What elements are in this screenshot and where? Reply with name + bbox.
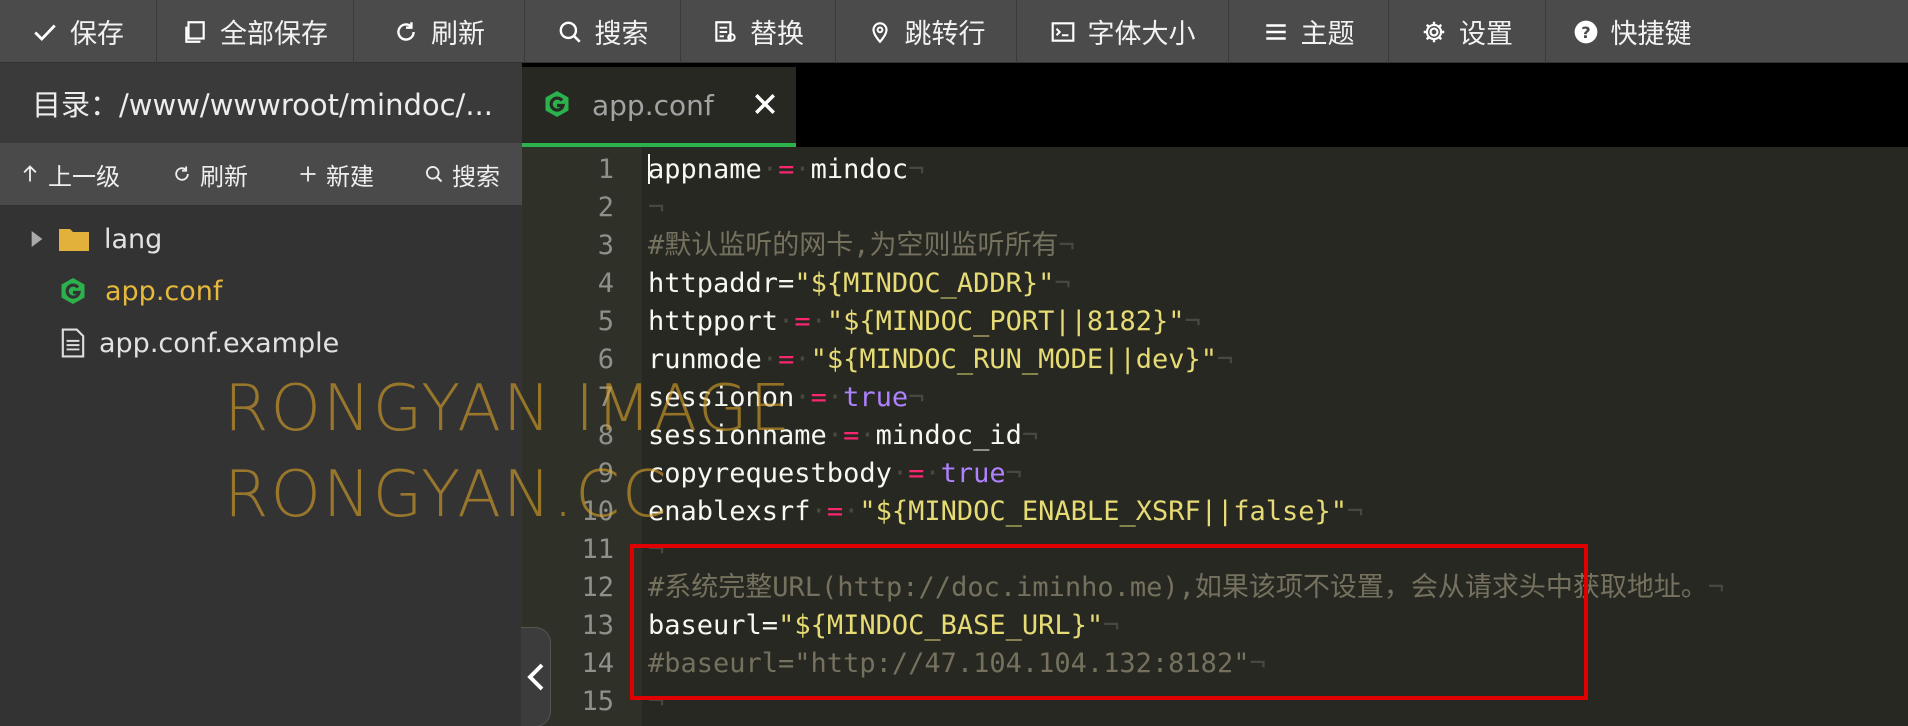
code-line-3: #默认监听的网卡,为空则监听所有¬ — [648, 230, 1075, 261]
plus-icon — [300, 166, 316, 182]
file-icon — [61, 328, 85, 358]
close-icon[interactable] — [750, 89, 780, 119]
arrow-up-icon — [23, 165, 37, 182]
code-line-10: enablexsrf·=·"${MINDOC_ENABLE_XSRF||fals… — [648, 496, 1364, 527]
line-number: 12 — [581, 572, 614, 603]
refresh-button[interactable]: 刷新 — [354, 0, 525, 63]
save-button[interactable]: 保存 — [0, 0, 157, 63]
refresh-icon — [397, 21, 415, 41]
line-number: 9 — [597, 458, 614, 489]
menu-icon — [1265, 23, 1286, 40]
shortcuts-button[interactable]: ? 快捷键 — [1546, 0, 1718, 63]
code-line-13: baseurl="${MINDOC_BASE_URL}"¬ — [648, 610, 1120, 641]
chevron-left-icon — [526, 663, 543, 691]
save-all-button[interactable]: 全部保存 — [157, 0, 354, 63]
code-line-6: runmode·=·"${MINDOC_RUN_MODE||dev}"¬ — [648, 344, 1234, 375]
sidebar-refresh-button[interactable]: 刷新 — [172, 143, 298, 205]
check-icon — [34, 24, 56, 41]
sidebar-search-label: 搜索 — [452, 162, 500, 191]
search-icon — [426, 166, 443, 183]
new-file-button[interactable]: 新建 — [298, 143, 424, 205]
location-icon — [871, 21, 888, 43]
line-number: 4 — [597, 268, 614, 299]
code-line-9: copyrequestbody·=·true¬ — [648, 458, 1022, 489]
sidebar-search-button[interactable]: 搜索 — [424, 143, 514, 205]
save-all-button-label: 全部保存 — [220, 19, 328, 50]
replace-icon — [715, 20, 736, 42]
sidebar-refresh-label: 刷新 — [200, 162, 248, 191]
go-file-icon — [61, 278, 85, 304]
refresh-button-label: 刷新 — [431, 19, 485, 50]
goto-line-button-label: 跳转行 — [904, 19, 986, 50]
directory-path: 目录：/www/wwwroot/mindoc/... — [0, 63, 522, 143]
theme-button[interactable]: 主题 — [1229, 0, 1389, 63]
file-sidebar: 目录：/www/wwwroot/mindoc/... 上一级 刷新 新建 搜索 … — [0, 63, 522, 726]
sidebar-collapse-handle[interactable] — [521, 627, 551, 726]
replace-button[interactable]: 替换 — [681, 0, 836, 63]
parent-dir-label: 上一级 — [48, 162, 120, 191]
settings-button-label: 设置 — [1459, 19, 1513, 50]
search-icon — [559, 21, 581, 43]
code-line-14: #baseurl="http://47.104.104.132:8182"¬ — [648, 648, 1266, 679]
gear-icon — [1423, 21, 1445, 42]
go-file-icon — [545, 91, 569, 117]
line-number: 7 — [597, 382, 614, 413]
parent-dir-button[interactable]: 上一级 — [20, 143, 172, 205]
tree-item-lang[interactable]: lang — [0, 215, 522, 263]
sidebar-toolbar: 上一级 刷新 新建 搜索 — [0, 143, 522, 205]
search-button-label: 搜索 — [594, 19, 649, 50]
save-button-label: 保存 — [70, 19, 124, 50]
tree-item-app-conf-example[interactable]: app.conf.example — [0, 319, 522, 367]
tree-item-app-conf[interactable]: app.conf — [0, 267, 522, 315]
replace-button-label: 替换 — [750, 19, 804, 50]
line-number: 3 — [597, 230, 614, 261]
code-line-7: sessionon·=·true¬ — [648, 382, 925, 413]
editor-tab-bar: app.conf — [522, 63, 1908, 147]
text-cursor — [648, 154, 650, 184]
line-number: 5 — [597, 306, 614, 337]
line-number: 1 — [597, 154, 614, 185]
tab-app-conf[interactable]: app.conf — [522, 67, 796, 147]
shortcuts-button-label: 快捷键 — [1610, 19, 1692, 50]
settings-button[interactable]: 设置 — [1389, 0, 1546, 63]
code-line-8: sessionname·=·mindoc_id¬ — [648, 420, 1039, 451]
svg-text:?: ? — [1581, 22, 1590, 41]
goto-line-button[interactable]: 跳转行 — [836, 0, 1017, 63]
code-line-2: ¬ — [648, 192, 665, 223]
font-size-button-label: 字体大小 — [1087, 19, 1196, 50]
code-line-15: ¬ — [648, 686, 665, 717]
tree-item-label: app.conf.example — [99, 327, 340, 359]
code-line-11: ¬ — [648, 534, 665, 565]
terminal-icon — [1051, 21, 1074, 42]
code-line-1: appname·=·mindoc¬ — [648, 154, 925, 185]
caret-right-icon[interactable] — [30, 231, 44, 247]
line-number: 11 — [581, 534, 614, 565]
line-number: 2 — [597, 192, 614, 223]
line-number: 8 — [597, 420, 614, 451]
line-number: 10 — [581, 496, 614, 527]
code-line-5: httpport·=·"${MINDOC_PORT||8182}"¬ — [648, 306, 1201, 337]
help-icon: ? — [1574, 20, 1597, 43]
tree-item-label: app.conf — [105, 275, 223, 307]
theme-button-label: 主题 — [1300, 19, 1355, 50]
line-number: 6 — [597, 344, 614, 375]
tab-label: app.conf — [592, 88, 714, 122]
code-line-4: httpaddr="${MINDOC_ADDR}"¬ — [648, 268, 1071, 299]
new-file-label: 新建 — [326, 162, 374, 191]
code-line-12: #系统完整URL(http://doc.iminho.me),如果该项不设置，会… — [648, 572, 1725, 603]
code-editor[interactable]: 1 2 3 4 5 6 7 8 9 10 11 12 13 14 15 appn… — [522, 147, 1908, 726]
tree-item-label: lang — [104, 223, 163, 255]
search-button[interactable]: 搜索 — [525, 0, 681, 63]
font-size-button[interactable]: 字体大小 — [1017, 0, 1229, 63]
refresh-icon — [175, 166, 189, 181]
folder-icon — [59, 229, 89, 251]
copy-icon — [185, 20, 205, 43]
top-toolbar: 保存 全部保存 刷新 搜索 替换 跳转行 字体大小 主题 设置 ? 快捷键 — [0, 0, 1908, 63]
